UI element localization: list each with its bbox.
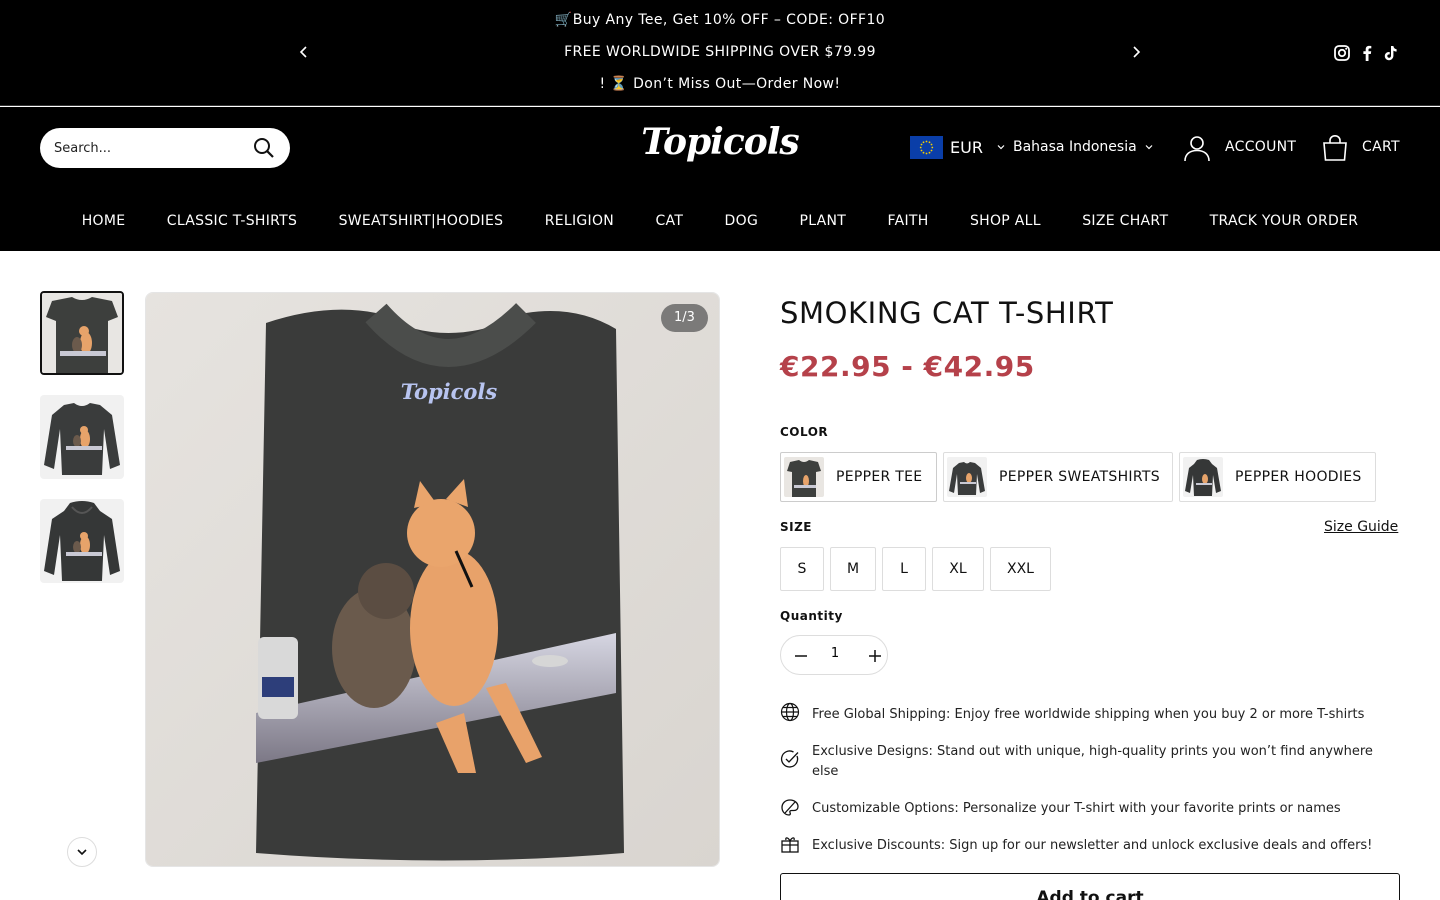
chevron-down-icon[interactable] xyxy=(1144,142,1154,152)
sweatshirt-swatch-image xyxy=(947,457,987,497)
thumbnail-tee[interactable] xyxy=(40,291,124,375)
tee-thumbnail-image xyxy=(42,293,122,373)
hoodie-swatch-image xyxy=(1183,457,1223,497)
chevron-down-icon xyxy=(77,849,87,856)
nav-size-chart[interactable]: SIZE CHART xyxy=(1062,213,1189,229)
announcement-bar: 🛒Buy Any Tee, Get 10% OFF – CODE: OFF10 … xyxy=(0,0,1440,106)
search-icon[interactable] xyxy=(252,136,276,160)
announcement-line-1: 🛒Buy Any Tee, Get 10% OFF – CODE: OFF10 xyxy=(554,12,886,28)
search-box xyxy=(40,128,290,168)
site-logo[interactable]: Topicols xyxy=(630,121,810,173)
nav-shop-all[interactable]: SHOP ALL xyxy=(949,213,1061,229)
account-link[interactable]: ACCOUNT xyxy=(1225,139,1296,155)
nav-religion[interactable]: RELIGION xyxy=(524,213,635,229)
nav-home[interactable]: HOME xyxy=(61,213,146,229)
facebook-icon[interactable] xyxy=(1358,44,1376,62)
main-product-image[interactable]: Topicols xyxy=(145,292,720,867)
minus-icon[interactable] xyxy=(787,642,815,670)
nav-track-order[interactable]: TRACK YOUR ORDER xyxy=(1189,213,1379,229)
shirt-logo-text: Topicols xyxy=(401,379,498,404)
tiktok-icon[interactable] xyxy=(1381,44,1399,62)
color-option-pepper-hoodies[interactable]: PEPPER HOODIES xyxy=(1179,452,1376,502)
color-option-pepper-tee[interactable]: PEPPER TEE xyxy=(780,452,937,502)
add-to-cart-button[interactable]: Add to cart xyxy=(780,873,1400,900)
tee-product-photo: Topicols xyxy=(146,293,719,866)
feature-customizable: Customizable Options: Personalize your T… xyxy=(812,801,1341,816)
product-price: €22.95 - €42.95 xyxy=(780,350,1035,383)
currency-selector[interactable]: EUR xyxy=(950,138,983,157)
color-option-label: PEPPER SWEATSHIRTS xyxy=(999,469,1160,485)
nav-cat[interactable]: CAT xyxy=(635,213,704,229)
instagram-icon[interactable] xyxy=(1333,44,1351,62)
feature-shipping: Free Global Shipping: Enjoy free worldwi… xyxy=(812,707,1365,722)
color-label: COLOR xyxy=(780,425,829,439)
gift-icon xyxy=(781,837,799,853)
cart-link[interactable]: CART xyxy=(1362,139,1400,155)
site-header: Topicols EUR Bahasa Indonesia ACCOUNT CA… xyxy=(0,107,1440,190)
feature-designs: Exclusive Designs: Stand out with unique… xyxy=(812,744,1373,779)
plus-icon[interactable] xyxy=(861,642,889,670)
announcement-line-3: ! ⏳ Don’t Miss Out—Order Now! xyxy=(599,76,841,92)
chevron-right-icon[interactable] xyxy=(1126,42,1146,62)
announcement-line-2: FREE WORLDWIDE SHIPPING OVER $79.99 xyxy=(564,44,876,60)
language-selector[interactable]: Bahasa Indonesia xyxy=(1013,139,1137,155)
size-guide-link[interactable]: Size Guide xyxy=(1324,519,1398,535)
color-option-label: PEPPER TEE xyxy=(836,469,923,485)
image-counter: 1/3 xyxy=(661,304,708,332)
search-input[interactable] xyxy=(54,138,244,158)
thumbnail-hoodie[interactable] xyxy=(40,499,124,583)
eu-flag-icon[interactable] xyxy=(910,136,943,159)
chevron-down-icon[interactable] xyxy=(996,142,1006,152)
cart-bag-icon[interactable] xyxy=(1322,134,1348,162)
color-option-label: PEPPER HOODIES xyxy=(1235,469,1362,485)
chevron-left-icon[interactable] xyxy=(294,42,314,62)
nav-sweatshirt-hoodies[interactable]: SWEATSHIRT|HOODIES xyxy=(318,213,524,229)
feature-discounts: Exclusive Discounts: Sign up for our new… xyxy=(812,838,1373,853)
size-option-l[interactable]: L xyxy=(882,547,926,591)
quantity-input[interactable] xyxy=(817,646,853,661)
nav-plant[interactable]: PLANT xyxy=(779,213,867,229)
palette-icon xyxy=(781,799,799,816)
badge-check-icon xyxy=(780,750,799,768)
thumbnail-sweatshirt[interactable] xyxy=(40,395,124,479)
nav-dog[interactable]: DOG xyxy=(704,213,779,229)
sweatshirt-thumbnail-image xyxy=(40,395,124,479)
size-option-xxl[interactable]: XXL xyxy=(990,547,1051,591)
thumbnail-scroll-button[interactable] xyxy=(67,837,97,867)
nav-classic-t-shirts[interactable]: CLASSIC T-SHIRTS xyxy=(146,213,318,229)
main-nav: HOME CLASSIC T-SHIRTS SWEATSHIRT|HOODIES… xyxy=(0,190,1440,251)
nav-faith[interactable]: FAITH xyxy=(867,213,949,229)
quantity-stepper xyxy=(780,635,888,675)
product-title: SMOKING CAT T-SHIRT xyxy=(780,296,1114,330)
globe-icon xyxy=(780,702,800,722)
size-label: SIZE xyxy=(780,520,813,534)
color-option-pepper-sweatshirts[interactable]: PEPPER SWEATSHIRTS xyxy=(943,452,1173,502)
account-icon[interactable] xyxy=(1183,134,1211,162)
size-option-m[interactable]: M xyxy=(830,547,876,591)
hoodie-thumbnail-image xyxy=(40,499,124,583)
tee-swatch-image xyxy=(784,457,824,497)
size-option-xl[interactable]: XL xyxy=(932,547,984,591)
size-option-s[interactable]: S xyxy=(780,547,824,591)
quantity-label: Quantity xyxy=(780,609,843,623)
